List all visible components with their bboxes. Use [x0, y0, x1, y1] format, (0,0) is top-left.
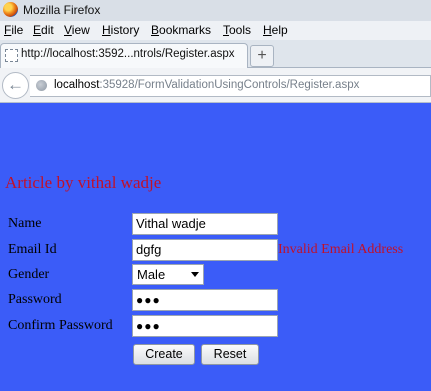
- gender-label: Gender: [8, 267, 50, 282]
- back-arrow-icon: ←: [7, 75, 24, 94]
- url-text: localhost:35928/FormValidationUsingContr…: [54, 79, 359, 91]
- globe-icon: [36, 80, 47, 91]
- tab-label: http://localhost:3592...ntrols/Register.…: [21, 48, 235, 60]
- dropdown-arrow-icon: [191, 272, 199, 277]
- new-tab-button[interactable]: +: [250, 45, 274, 67]
- menu-bookmarks[interactable]: Bookmarks: [151, 23, 211, 37]
- gender-select[interactable]: Male: [132, 264, 204, 285]
- confirm-password-label: Confirm Password: [8, 318, 113, 333]
- email-input[interactable]: dgfg: [132, 239, 278, 261]
- window-title: Mozilla Firefox: [23, 3, 101, 17]
- menu-history[interactable]: History: [102, 23, 139, 37]
- tab-strip: http://localhost:3592...ntrols/Register.…: [0, 40, 431, 68]
- address-bar[interactable]: localhost:35928/FormValidationUsingContr…: [30, 75, 431, 97]
- menu-edit[interactable]: Edit: [33, 23, 54, 37]
- window-titlebar: Mozilla Firefox: [0, 0, 431, 22]
- navigation-bar: ← localhost:35928/FormValidationUsingCon…: [0, 68, 431, 103]
- create-button[interactable]: Create: [133, 344, 195, 365]
- menu-bar: File Edit View History Bookmarks Tools H…: [0, 21, 431, 40]
- confirm-password-input[interactable]: ●●●: [132, 315, 278, 337]
- password-label: Password: [8, 292, 62, 307]
- reset-button[interactable]: Reset: [201, 344, 259, 365]
- page-favicon-icon: [5, 49, 18, 62]
- url-host: localhost: [54, 79, 100, 91]
- url-path: :35928/FormValidationUsingControls/Regis…: [99, 79, 360, 91]
- name-label: Name: [8, 216, 42, 231]
- password-input[interactable]: ●●●: [132, 289, 278, 311]
- page-heading: Article by vithal wadje: [5, 173, 162, 192]
- email-error-message: Invalid Email Address: [278, 242, 404, 257]
- back-button[interactable]: ←: [2, 72, 29, 99]
- browser-tab[interactable]: http://localhost:3592...ntrols/Register.…: [0, 43, 248, 68]
- gender-selected-value: Male: [137, 267, 166, 282]
- menu-file[interactable]: File: [4, 23, 23, 37]
- email-label: Email Id: [8, 242, 57, 257]
- name-input[interactable]: Vithal wadje: [132, 213, 278, 235]
- menu-tools[interactable]: Tools: [223, 23, 251, 37]
- menu-view[interactable]: View: [64, 23, 90, 37]
- page-content: Article by vithal wadje Name Vithal wadj…: [0, 103, 431, 391]
- menu-help[interactable]: Help: [263, 23, 288, 37]
- firefox-logo-icon: [3, 2, 18, 17]
